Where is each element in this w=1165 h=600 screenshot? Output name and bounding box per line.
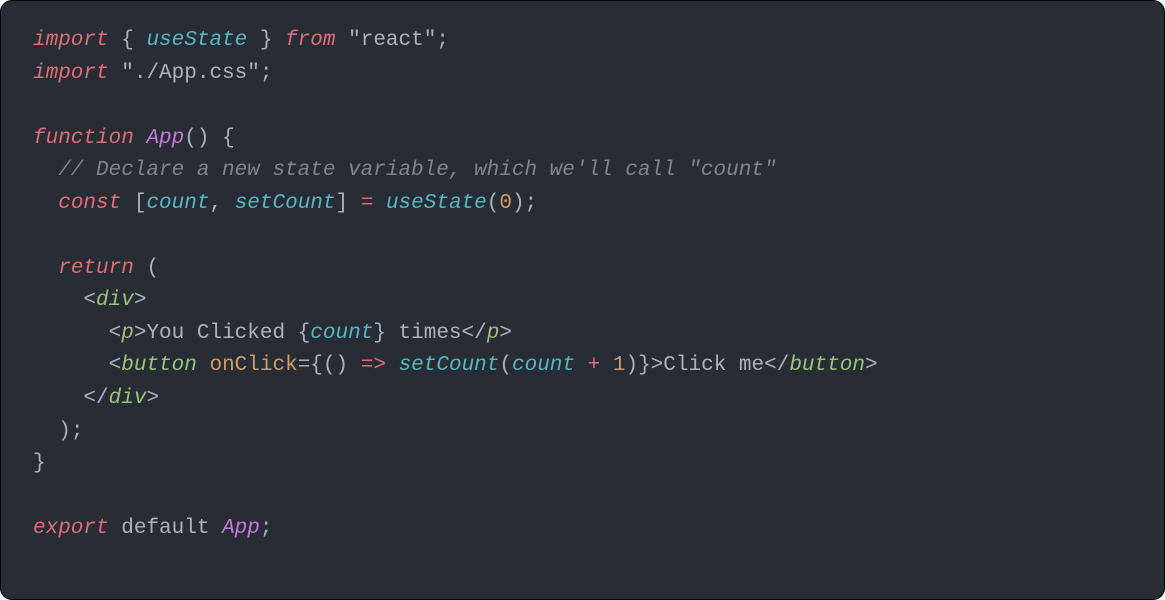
- tag-close: >: [146, 387, 159, 410]
- keyword-return: return: [58, 257, 134, 280]
- arrow-op: =>: [361, 354, 386, 377]
- keyword-from: from: [285, 29, 335, 52]
- parens: (): [184, 127, 209, 150]
- jsx-brace-open: {: [310, 354, 323, 377]
- jsx-brace-open: {: [298, 322, 311, 345]
- paren-close: ): [512, 192, 525, 215]
- jsx-text: Click me: [663, 354, 764, 377]
- space: [134, 127, 147, 150]
- tag-button: button: [789, 354, 865, 377]
- bracket-close: ]: [336, 192, 349, 215]
- paren-close: ): [58, 420, 71, 443]
- tag-close: >: [134, 322, 147, 345]
- brace-close: }: [247, 29, 285, 52]
- space: [134, 257, 147, 280]
- tag-open: </: [83, 387, 108, 410]
- tag-open: <: [109, 354, 122, 377]
- identifier-app: App: [222, 517, 260, 540]
- space: [121, 192, 134, 215]
- indent: [33, 387, 83, 410]
- tag-close: >: [651, 354, 664, 377]
- equals: =: [298, 354, 311, 377]
- space: [109, 62, 122, 85]
- call-useState: useState: [386, 192, 487, 215]
- keyword-import: import: [33, 62, 109, 85]
- semicolon: ;: [436, 29, 449, 52]
- function-name-app: App: [146, 127, 184, 150]
- attr-onClick: onClick: [209, 354, 297, 377]
- space: [600, 354, 613, 377]
- string-appcss: "./App.css": [121, 62, 260, 85]
- code-block: import { useState } from "react"; import…: [0, 0, 1165, 600]
- identifier-count: count: [512, 354, 575, 377]
- tag-close: >: [134, 289, 147, 312]
- indent: [33, 257, 58, 280]
- identifier-count: count: [310, 322, 373, 345]
- bracket-open: [: [134, 192, 147, 215]
- keyword-default: default: [121, 517, 209, 540]
- brace-open: {: [109, 29, 147, 52]
- comma: ,: [209, 192, 234, 215]
- call-setCount: setCount: [399, 354, 500, 377]
- jsx-text: times: [386, 322, 462, 345]
- number-zero: 0: [499, 192, 512, 215]
- tag-button: button: [121, 354, 197, 377]
- jsx-brace-close: }: [373, 322, 386, 345]
- keyword-import: import: [33, 29, 109, 52]
- space: [575, 354, 588, 377]
- space: [109, 517, 122, 540]
- jsx-brace-close: }: [638, 354, 651, 377]
- semicolon: ;: [260, 517, 273, 540]
- indent: [33, 322, 109, 345]
- tag-open: <: [109, 322, 122, 345]
- brace-close: }: [33, 452, 46, 475]
- identifier-useState: useState: [146, 29, 247, 52]
- tag-p: p: [121, 322, 134, 345]
- indent: [33, 289, 83, 312]
- tag-open: </: [462, 322, 487, 345]
- keyword-function: function: [33, 127, 134, 150]
- indent: [33, 420, 58, 443]
- semicolon: ;: [260, 62, 273, 85]
- identifier-setCount: setCount: [235, 192, 336, 215]
- tag-open: </: [764, 354, 789, 377]
- paren-open: (: [487, 192, 500, 215]
- comment-line: // Declare a new state variable, which w…: [33, 159, 777, 182]
- space: [373, 192, 386, 215]
- identifier-count: count: [146, 192, 209, 215]
- jsx-text: You Clicked: [146, 322, 297, 345]
- indent: [33, 354, 109, 377]
- brace-open: {: [222, 127, 235, 150]
- space: [209, 127, 222, 150]
- string-react: "react": [348, 29, 436, 52]
- number-one: 1: [613, 354, 626, 377]
- keyword-const: const: [58, 192, 121, 215]
- plus-op: +: [588, 354, 601, 377]
- tag-div: div: [109, 387, 147, 410]
- assign-op: =: [361, 192, 374, 215]
- space: [197, 354, 210, 377]
- paren-open: (: [146, 257, 159, 280]
- space: [348, 192, 361, 215]
- space: [348, 354, 361, 377]
- semicolon: ;: [525, 192, 538, 215]
- space: [386, 354, 399, 377]
- tag-div: div: [96, 289, 134, 312]
- semicolon: ;: [71, 420, 84, 443]
- keyword-export: export: [33, 517, 109, 540]
- tag-close: >: [865, 354, 878, 377]
- space: [209, 517, 222, 540]
- code-content: import { useState } from "react"; import…: [33, 25, 1132, 546]
- space: [336, 29, 349, 52]
- paren-close: ): [625, 354, 638, 377]
- indent: [33, 192, 58, 215]
- tag-close: >: [499, 322, 512, 345]
- tag-p: p: [487, 322, 500, 345]
- paren-open: (: [499, 354, 512, 377]
- arrow-params: (): [323, 354, 348, 377]
- tag-open: <: [83, 289, 96, 312]
